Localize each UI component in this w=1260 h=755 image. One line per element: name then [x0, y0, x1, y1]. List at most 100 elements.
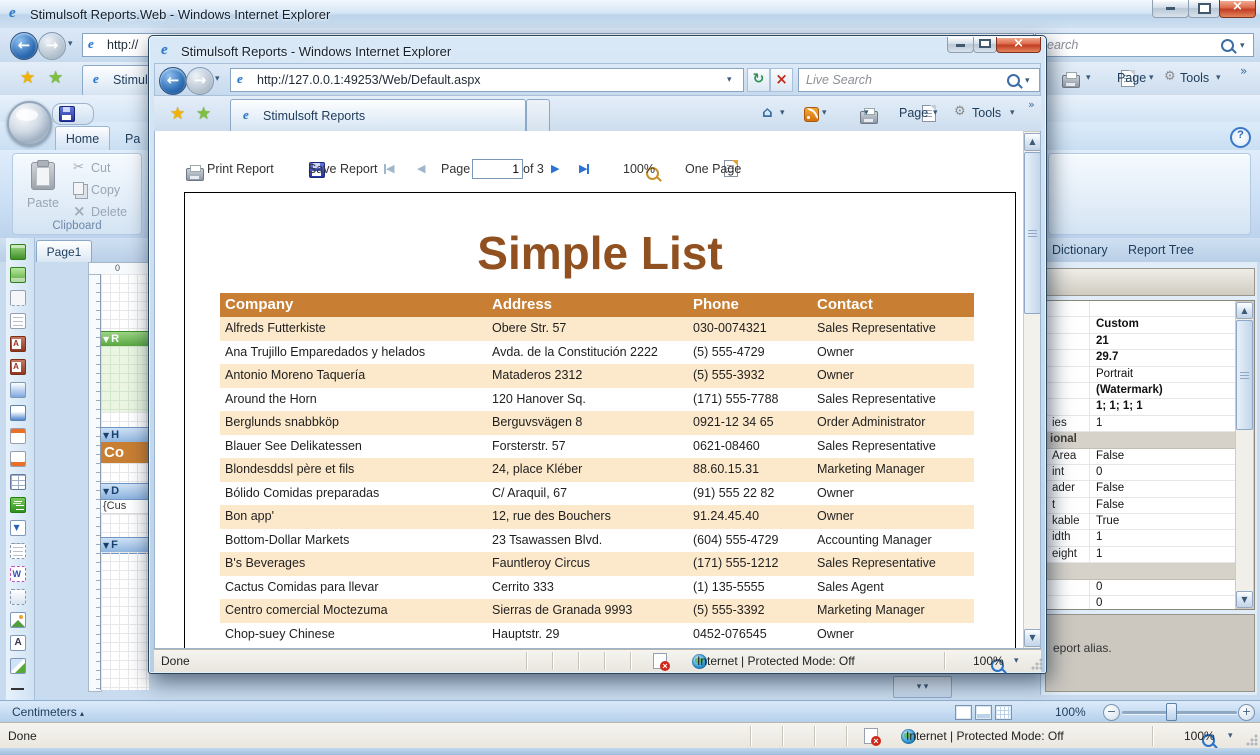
units-label[interactable]: Centimeters ▴: [12, 705, 84, 719]
viewer-zoom-value[interactable]: 100%: [623, 162, 655, 176]
favorites-star-icon[interactable]: ★: [170, 104, 185, 124]
scrollbar-thumb[interactable]: [1024, 152, 1041, 314]
refresh-button[interactable]: ↻: [747, 68, 770, 92]
dictionary-tab[interactable]: Dictionary: [1052, 243, 1108, 257]
property-row[interactable]: aderFalse: [1046, 481, 1236, 497]
data-expression-cell[interactable]: {Cus: [101, 498, 149, 514]
toolbox-item-dashed-panel[interactable]: [6, 585, 29, 608]
rss-feed-icon[interactable]: [804, 107, 819, 122]
toolbox-item-red-label-2[interactable]: [6, 355, 29, 378]
view-mode-zoom-icon[interactable]: [995, 705, 1012, 720]
outer-minimize-button[interactable]: [1152, 0, 1189, 18]
new-tab-stub[interactable]: [526, 99, 550, 132]
delete-button[interactable]: Delete: [91, 205, 127, 219]
company-header-cell[interactable]: Co: [101, 442, 149, 463]
one-page-button[interactable]: One Page: [685, 162, 741, 176]
add-favorite-icon[interactable]: ★: [48, 68, 63, 88]
toolbox-item-red-label-1[interactable]: [6, 332, 29, 355]
print-report-button[interactable]: Print Report: [207, 162, 274, 176]
popup-back-button[interactable]: ←: [159, 67, 187, 95]
property-value[interactable]: (Watermark): [1096, 383, 1163, 398]
scroll-down-button[interactable]: ▼: [1236, 591, 1253, 608]
zoom-slider-track[interactable]: [1122, 711, 1237, 714]
print-dropdown[interactable]: ▾: [1086, 73, 1091, 83]
last-page-button[interactable]: ▶: [579, 162, 589, 175]
zoom-slider-thumb[interactable]: [1166, 703, 1177, 721]
property-category-row[interactable]: ional: [1046, 432, 1236, 448]
resize-grip[interactable]: [1246, 734, 1258, 746]
toolbox-item-orange-top-panel[interactable]: [6, 424, 29, 447]
view-mode-layout-icon[interactable]: [975, 705, 992, 720]
property-value[interactable]: 0: [1096, 465, 1102, 480]
report-title-band-area[interactable]: [101, 346, 149, 412]
property-row[interactable]: [1046, 301, 1236, 317]
report-tree-tab[interactable]: Report Tree: [1128, 243, 1194, 257]
scrollbar-thumb[interactable]: [1236, 320, 1253, 430]
popup-search-dropdown[interactable]: ▾: [1025, 76, 1030, 86]
stop-button[interactable]: ×: [770, 68, 793, 92]
print-icon[interactable]: [1062, 75, 1080, 88]
zoom-in-button[interactable]: +: [1238, 704, 1255, 721]
outer-zoom-dropdown[interactable]: ▾: [1228, 731, 1233, 741]
toolbox-item-blue-panel-1[interactable]: [6, 378, 29, 401]
toolbox-item-text-lines[interactable]: [6, 309, 29, 332]
property-row[interactable]: Custom: [1046, 317, 1236, 333]
toolbox-item-orange-bottom-panel[interactable]: [6, 447, 29, 470]
home-dropdown[interactable]: ▾: [780, 108, 785, 118]
resize-grip[interactable]: [1031, 658, 1043, 670]
band-collapse-icon[interactable]: ▼: [103, 541, 109, 550]
popup-content-scrollbar[interactable]: ▲ ▼: [1023, 131, 1041, 649]
outer-search-box[interactable]: earch ▾: [1035, 33, 1254, 57]
ribbon-tab-page[interactable]: Pa: [125, 132, 140, 146]
outer-close-button[interactable]: ×: [1219, 0, 1256, 18]
ribbon-tab-home[interactable]: Home: [55, 126, 110, 151]
paste-icon[interactable]: [31, 162, 55, 190]
overflow-chevron-icon[interactable]: »: [1240, 64, 1247, 78]
toolbox-item-dashed-text[interactable]: [6, 539, 29, 562]
popup-zoom-value[interactable]: 100%: [973, 654, 1004, 668]
property-value[interactable]: Custom: [1096, 317, 1139, 332]
popup-tools-menu[interactable]: Tools: [972, 106, 1001, 120]
property-row[interactable]: ies1: [1046, 416, 1236, 432]
property-value[interactable]: 21: [1096, 334, 1109, 349]
cut-icon[interactable]: ✂: [73, 160, 84, 175]
property-row[interactable]: 1; 1; 1; 1: [1046, 399, 1236, 415]
property-row[interactable]: 0: [1046, 580, 1236, 596]
popup-minimize-button[interactable]: [947, 37, 974, 53]
gear-icon[interactable]: ⚙: [1164, 69, 1176, 84]
save-report-button[interactable]: Save Report: [308, 162, 377, 176]
page1-tab[interactable]: Page1: [36, 240, 92, 263]
overflow-chevron-icon[interactable]: »: [1028, 98, 1035, 111]
scroll-up-button[interactable]: ▲: [1024, 133, 1041, 151]
popup-search-box[interactable]: Live Search ▾: [798, 68, 1040, 92]
popup-zoom-dropdown[interactable]: ▾: [1014, 656, 1019, 666]
scroll-down-button[interactable]: ▼: [1024, 629, 1041, 647]
property-row[interactable]: kableTrue: [1046, 514, 1236, 530]
toolbox-item-green-band-1[interactable]: [6, 240, 29, 263]
outer-maximize-button[interactable]: [1188, 0, 1220, 18]
outer-search-dropdown[interactable]: ▾: [1240, 41, 1245, 51]
toolbox-item-picture[interactable]: [6, 608, 29, 631]
home-icon[interactable]: ⌂: [762, 103, 773, 121]
page-number-input[interactable]: [472, 159, 523, 179]
designer-canvas-page[interactable]: ▼R ▼H Co ▼D {Cus ▼F: [100, 274, 149, 690]
popup-close-button[interactable]: ×: [996, 37, 1041, 53]
property-row[interactable]: int0: [1046, 465, 1236, 481]
popup-address-field[interactable]: e http://127.0.0.1:49253/Web/Default.asp…: [230, 68, 744, 92]
band-collapse-icon[interactable]: ▼: [103, 487, 109, 496]
tools-menu-dropdown[interactable]: ▾: [1010, 108, 1015, 118]
rss-dropdown[interactable]: ▾: [822, 108, 827, 118]
previous-page-button[interactable]: ◀: [417, 162, 425, 175]
property-row[interactable]: (Watermark): [1046, 383, 1236, 399]
toolbox-item-shape-triangle[interactable]: [6, 654, 29, 677]
property-row[interactable]: 21: [1046, 334, 1236, 350]
toolbox-item-green-band-2[interactable]: [6, 263, 29, 286]
help-icon[interactable]: ?: [1230, 127, 1251, 148]
property-value[interactable]: 29.7: [1096, 350, 1118, 365]
band-collapse-icon[interactable]: ▼: [103, 431, 109, 440]
property-row[interactable]: 0: [1046, 596, 1236, 610]
copy-icon[interactable]: [73, 182, 84, 195]
outer-back-button[interactable]: ←: [10, 32, 38, 60]
popup-active-tab[interactable]: e Stimulsoft Reports: [230, 99, 526, 132]
print-report-icon[interactable]: [186, 168, 204, 181]
